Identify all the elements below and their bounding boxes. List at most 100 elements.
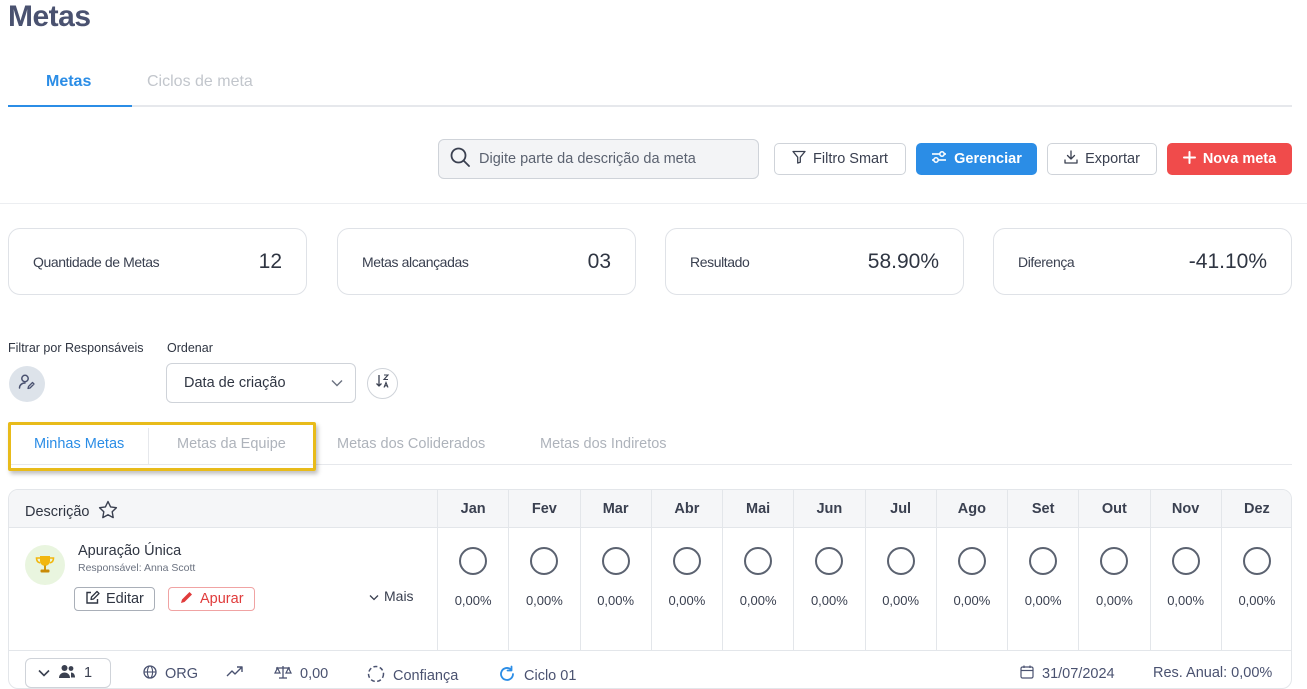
month-header-nov: Nov: [1149, 490, 1221, 528]
progress-circle-icon: [815, 547, 844, 575]
progress-circle-icon: [1242, 547, 1271, 575]
refresh-icon: [498, 665, 516, 687]
page-title: Metas: [8, 0, 91, 33]
responsible-filter-button[interactable]: [9, 366, 45, 402]
progress-circle-icon: [672, 547, 701, 575]
goal-responsible: Responsável: Anna Scott: [78, 562, 196, 574]
month-percentage: 0,00%: [953, 593, 991, 608]
month-header-jul: Jul: [864, 490, 936, 528]
month-percentage: 0,00%: [668, 593, 706, 608]
more-label: Mais: [384, 588, 414, 604]
month-cell[interactable]: 0,00%: [650, 528, 722, 650]
user-edit-icon: [18, 373, 36, 396]
due-date: 31/07/2024: [1042, 666, 1115, 682]
progress-circle-icon: [1171, 547, 1200, 575]
chevron-down-icon: [369, 588, 379, 604]
month-percentage: 0,00%: [1238, 593, 1276, 608]
plus-icon: [1182, 150, 1196, 168]
tab-metas-dos-coliderados[interactable]: Metas dos Coliderados: [337, 436, 485, 452]
month-header-fev: Fev: [508, 490, 579, 528]
progress-circle-icon: [886, 547, 915, 575]
trophy-icon: [25, 545, 65, 585]
month-percentage: 0,00%: [739, 593, 777, 608]
month-header-mai: Mai: [722, 490, 793, 528]
chevron-down-icon: [331, 375, 343, 391]
month-cell[interactable]: 0,00%: [864, 528, 936, 650]
progress-circle-icon: [459, 547, 488, 575]
exportar-button[interactable]: Exportar: [1047, 143, 1157, 175]
search-box[interactable]: [438, 139, 759, 179]
month-header-dez: Dez: [1220, 490, 1291, 528]
stat-label: Diferença: [1018, 253, 1075, 270]
month-percentage: 0,00%: [1095, 593, 1133, 608]
month-cell[interactable]: 0,00%: [793, 528, 864, 650]
balance-scale-icon: [274, 665, 292, 683]
month-header-ago: Ago: [935, 490, 1007, 528]
org-label: ORG: [165, 666, 199, 682]
weight-value: 0,00: [300, 666, 329, 682]
people-pill[interactable]: 1: [25, 658, 111, 688]
apurar-label: Apurar: [200, 591, 244, 607]
highlight-box: [8, 422, 316, 471]
pencil-icon: [179, 590, 194, 609]
progress-circle-icon: [530, 547, 559, 575]
month-cell[interactable]: 0,00%: [1007, 528, 1078, 650]
date-item: 31/07/2024: [1020, 665, 1115, 683]
cycle-item[interactable]: Ciclo 01: [498, 665, 576, 687]
tab-metas-dos-indiretos[interactable]: Metas dos Indiretos: [540, 436, 667, 452]
tab-ciclos-de-meta[interactable]: Ciclos de meta: [147, 73, 253, 91]
stat-value: 58.90%: [867, 249, 939, 273]
month-cell[interactable]: 0,00%: [579, 528, 651, 650]
confidence-item[interactable]: Confiança: [367, 665, 458, 687]
month-percentage: 0,00%: [1024, 593, 1062, 608]
active-tab-underline: [8, 105, 132, 107]
filter-responsaveis-label: Filtrar por Responsáveis: [8, 341, 144, 355]
progress-circle-icon: [744, 547, 773, 575]
stat-card-alcancadas: Metas alcançadas 03: [337, 228, 636, 295]
month-percentage: 0,00%: [810, 593, 848, 608]
month-cell[interactable]: 0,00%: [935, 528, 1007, 650]
star-icon[interactable]: [98, 500, 118, 523]
month-percentage: 0,00%: [525, 593, 563, 608]
filtro-smart-label: Filtro Smart: [813, 151, 888, 167]
tab-metas[interactable]: Metas: [46, 73, 91, 91]
goal-title[interactable]: Apuração Única: [78, 543, 181, 559]
exportar-label: Exportar: [1085, 151, 1140, 167]
row-separator: [9, 650, 1291, 651]
nova-meta-label: Nova meta: [1202, 151, 1277, 167]
description-header: Descrição: [25, 500, 118, 523]
sort-direction-button[interactable]: [367, 368, 398, 399]
confidence-label: Confiança: [393, 668, 459, 684]
month-percentage: 0,00%: [882, 593, 920, 608]
table-header: Descrição Jan Fev Mar Abr Mai Jun Jul Ago Set Out…: [9, 490, 1291, 528]
month-cell[interactable]: 0,00%: [1078, 528, 1149, 650]
stat-value: 12: [258, 249, 282, 273]
progress-circle-icon: [1029, 547, 1058, 575]
edit-button[interactable]: Editar: [74, 587, 155, 611]
stat-label: Quantidade de Metas: [33, 253, 160, 270]
ordenar-label: Ordenar: [167, 341, 213, 355]
apurar-button[interactable]: Apurar: [168, 587, 255, 611]
more-toggle[interactable]: Mais: [369, 588, 414, 604]
month-header-mar: Mar: [579, 490, 651, 528]
calendar-icon: [1020, 665, 1034, 683]
filter-icon: [792, 150, 806, 168]
month-cell[interactable]: 0,00%: [722, 528, 793, 650]
month-cell[interactable]: 0,00%: [508, 528, 579, 650]
stat-label: Resultado: [690, 253, 750, 270]
progress-circle-icon: [601, 547, 630, 575]
month-cell[interactable]: 0,00%: [437, 528, 508, 650]
month-cell[interactable]: 0,00%: [1220, 528, 1291, 650]
gerenciar-button[interactable]: Gerenciar: [916, 143, 1037, 175]
stat-card-quantidade: Quantidade de Metas 12: [8, 228, 307, 295]
nova-meta-button[interactable]: Nova meta: [1167, 143, 1292, 175]
month-cell[interactable]: 0,00%: [1149, 528, 1221, 650]
search-input[interactable]: [479, 151, 739, 167]
progress-circle-icon: [957, 547, 986, 575]
edit-icon: [85, 590, 100, 609]
users-icon: [58, 664, 76, 683]
edit-label: Editar: [106, 591, 144, 607]
filtro-smart-button[interactable]: Filtro Smart: [774, 143, 906, 175]
stat-value: 03: [587, 249, 611, 273]
order-select[interactable]: Data de criação: [166, 363, 356, 403]
